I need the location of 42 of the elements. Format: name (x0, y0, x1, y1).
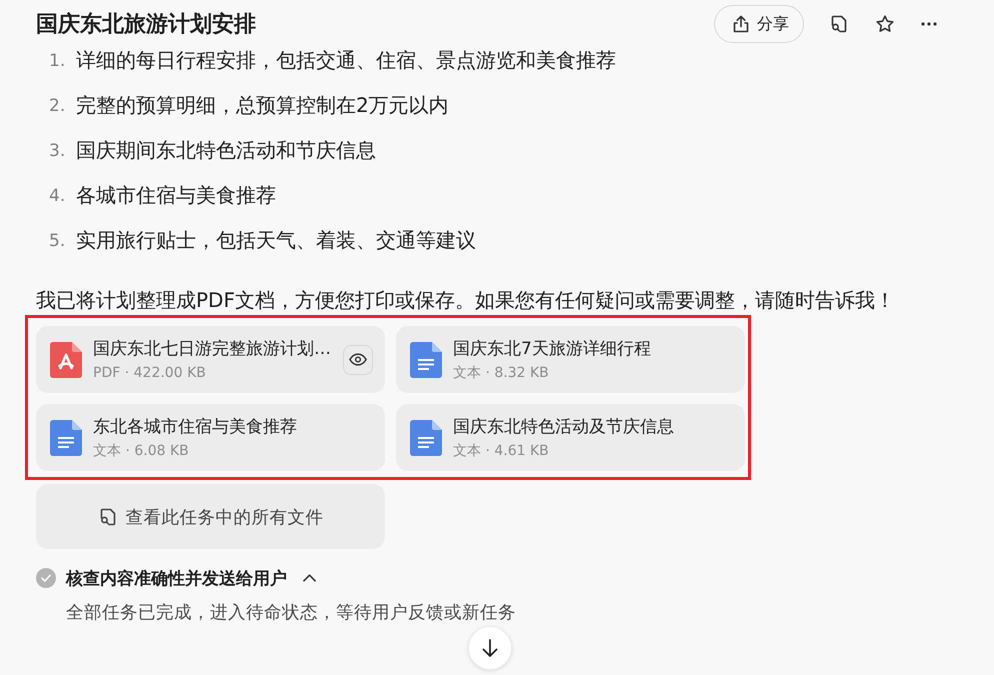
share-button[interactable]: 分享 (714, 5, 804, 43)
list-number: 1. (49, 50, 66, 70)
eye-icon (349, 353, 367, 366)
preview-button[interactable] (343, 344, 373, 374)
list-item-text: 国庆期间东北特色活动和节庆信息 (76, 137, 376, 164)
file-meta: 文本 · 4.61 KB (453, 442, 550, 460)
file-card[interactable]: 东北各城市住宿与美食推荐 文本 · 6.08 KB (36, 404, 385, 471)
list-item-text: 实用旅行贴士，包括天气、着装、交通等建议 (76, 227, 476, 254)
file-name: 国庆东北七日游完整旅游计划… (93, 338, 332, 360)
file-meta: 文本 · 6.08 KB (93, 442, 190, 460)
list-number: 4. (49, 186, 66, 206)
file-name: 国庆东北7天旅游详细行程 (453, 338, 652, 360)
file-name: 东北各城市住宿与美食推荐 (93, 416, 298, 438)
message-text: 我已将计划整理成PDF文档，方便您打印或保存。如果您有任何疑问或需要调整，请随时告诉我！ (36, 287, 896, 314)
list-item-text: 完整的预算明细，总预算控制在2万元以内 (76, 92, 449, 119)
pdf-file-icon (50, 342, 82, 378)
file-meta: PDF · 422.00 KB (93, 364, 207, 382)
file-search-icon (98, 506, 118, 526)
step-title: 核查内容准确性并发送给用户 (66, 568, 287, 590)
document-icon (410, 342, 442, 378)
file-card[interactable]: 国庆东北7天旅游详细行程 文本 · 8.32 KB (396, 326, 745, 393)
file-name: 国庆东北特色活动及节庆信息 (453, 416, 675, 438)
file-search-icon[interactable] (829, 14, 849, 34)
star-icon[interactable] (875, 14, 895, 34)
document-icon (410, 420, 442, 456)
view-all-files-button[interactable]: 查看此任务中的所有文件 (36, 484, 385, 549)
chevron-up-icon[interactable] (303, 574, 316, 582)
list-item-text: 详细的每日行程安排，包括交通、住宿、景点游览和美食推荐 (76, 47, 616, 74)
list-number: 3. (49, 140, 66, 160)
list-number: 5. (49, 230, 66, 250)
file-card[interactable]: 国庆东北七日游完整旅游计划… PDF · 422.00 KB (36, 326, 385, 393)
file-meta: 文本 · 8.32 KB (453, 364, 550, 382)
list-item-text: 各城市住宿与美食推荐 (76, 182, 276, 209)
scroll-down-button[interactable] (468, 626, 512, 670)
arrow-down-icon (482, 639, 498, 657)
step-description: 全部任务已完成，进入待命状态，等待用户反馈或新任务 (66, 602, 517, 625)
more-icon[interactable] (921, 22, 937, 26)
page-title: 国庆东北旅游计划安排 (36, 10, 256, 39)
document-icon (50, 420, 82, 456)
file-card[interactable]: 国庆东北特色活动及节庆信息 文本 · 4.61 KB (396, 404, 745, 471)
share-icon (731, 14, 751, 34)
list-number: 2. (49, 96, 66, 116)
